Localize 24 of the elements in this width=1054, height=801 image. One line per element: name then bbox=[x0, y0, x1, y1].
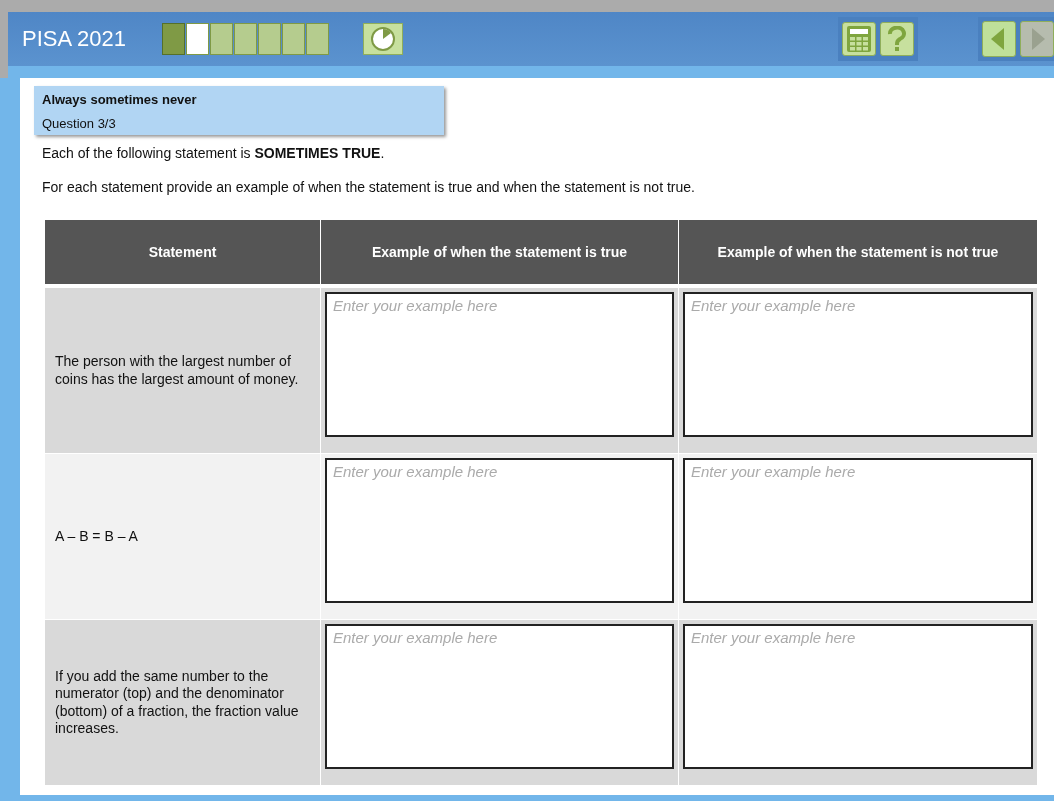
statement-cell: A – B = B – A bbox=[44, 453, 321, 620]
question-number: Question 3/3 bbox=[42, 116, 117, 131]
clock-icon bbox=[370, 26, 396, 52]
unit-title: Always sometimes never bbox=[42, 92, 198, 107]
answer-box[interactable]: Enter your example here bbox=[325, 292, 674, 437]
calculator-button[interactable] bbox=[842, 22, 876, 56]
statement-cell: If you add the same number to the numerator (top) and the denominator (bottom) of a fraction, the fraction value increases. bbox=[44, 619, 321, 786]
statement-cell: The person with the largest number of coins has the largest amount of money. bbox=[44, 286, 321, 454]
column-header: Statement bbox=[44, 219, 321, 286]
answer-box[interactable]: Enter your example here bbox=[683, 458, 1033, 603]
column-header: Example of when the statement is not true bbox=[678, 219, 1038, 286]
instruction-text: For each statement provide an example of when the statement is true and when the statement is not true. bbox=[42, 179, 696, 195]
answer-box[interactable]: Enter your example here bbox=[325, 624, 674, 769]
column-header: Example of when the statement is true bbox=[320, 219, 679, 286]
instruction-text: Each of the following statement is SOMETIMES TRUE. bbox=[42, 145, 386, 161]
app-title: PISA 2021 bbox=[22, 26, 126, 52]
question-mark-icon bbox=[887, 26, 907, 52]
answer-box[interactable]: Enter your example here bbox=[683, 292, 1033, 437]
calculator-icon bbox=[846, 25, 872, 53]
help-button[interactable] bbox=[880, 22, 914, 56]
answer-box[interactable]: Enter your example here bbox=[325, 458, 674, 603]
answer-box[interactable]: Enter your example here bbox=[683, 624, 1033, 769]
back-button[interactable] bbox=[982, 21, 1016, 57]
timer-button[interactable] bbox=[363, 23, 403, 55]
